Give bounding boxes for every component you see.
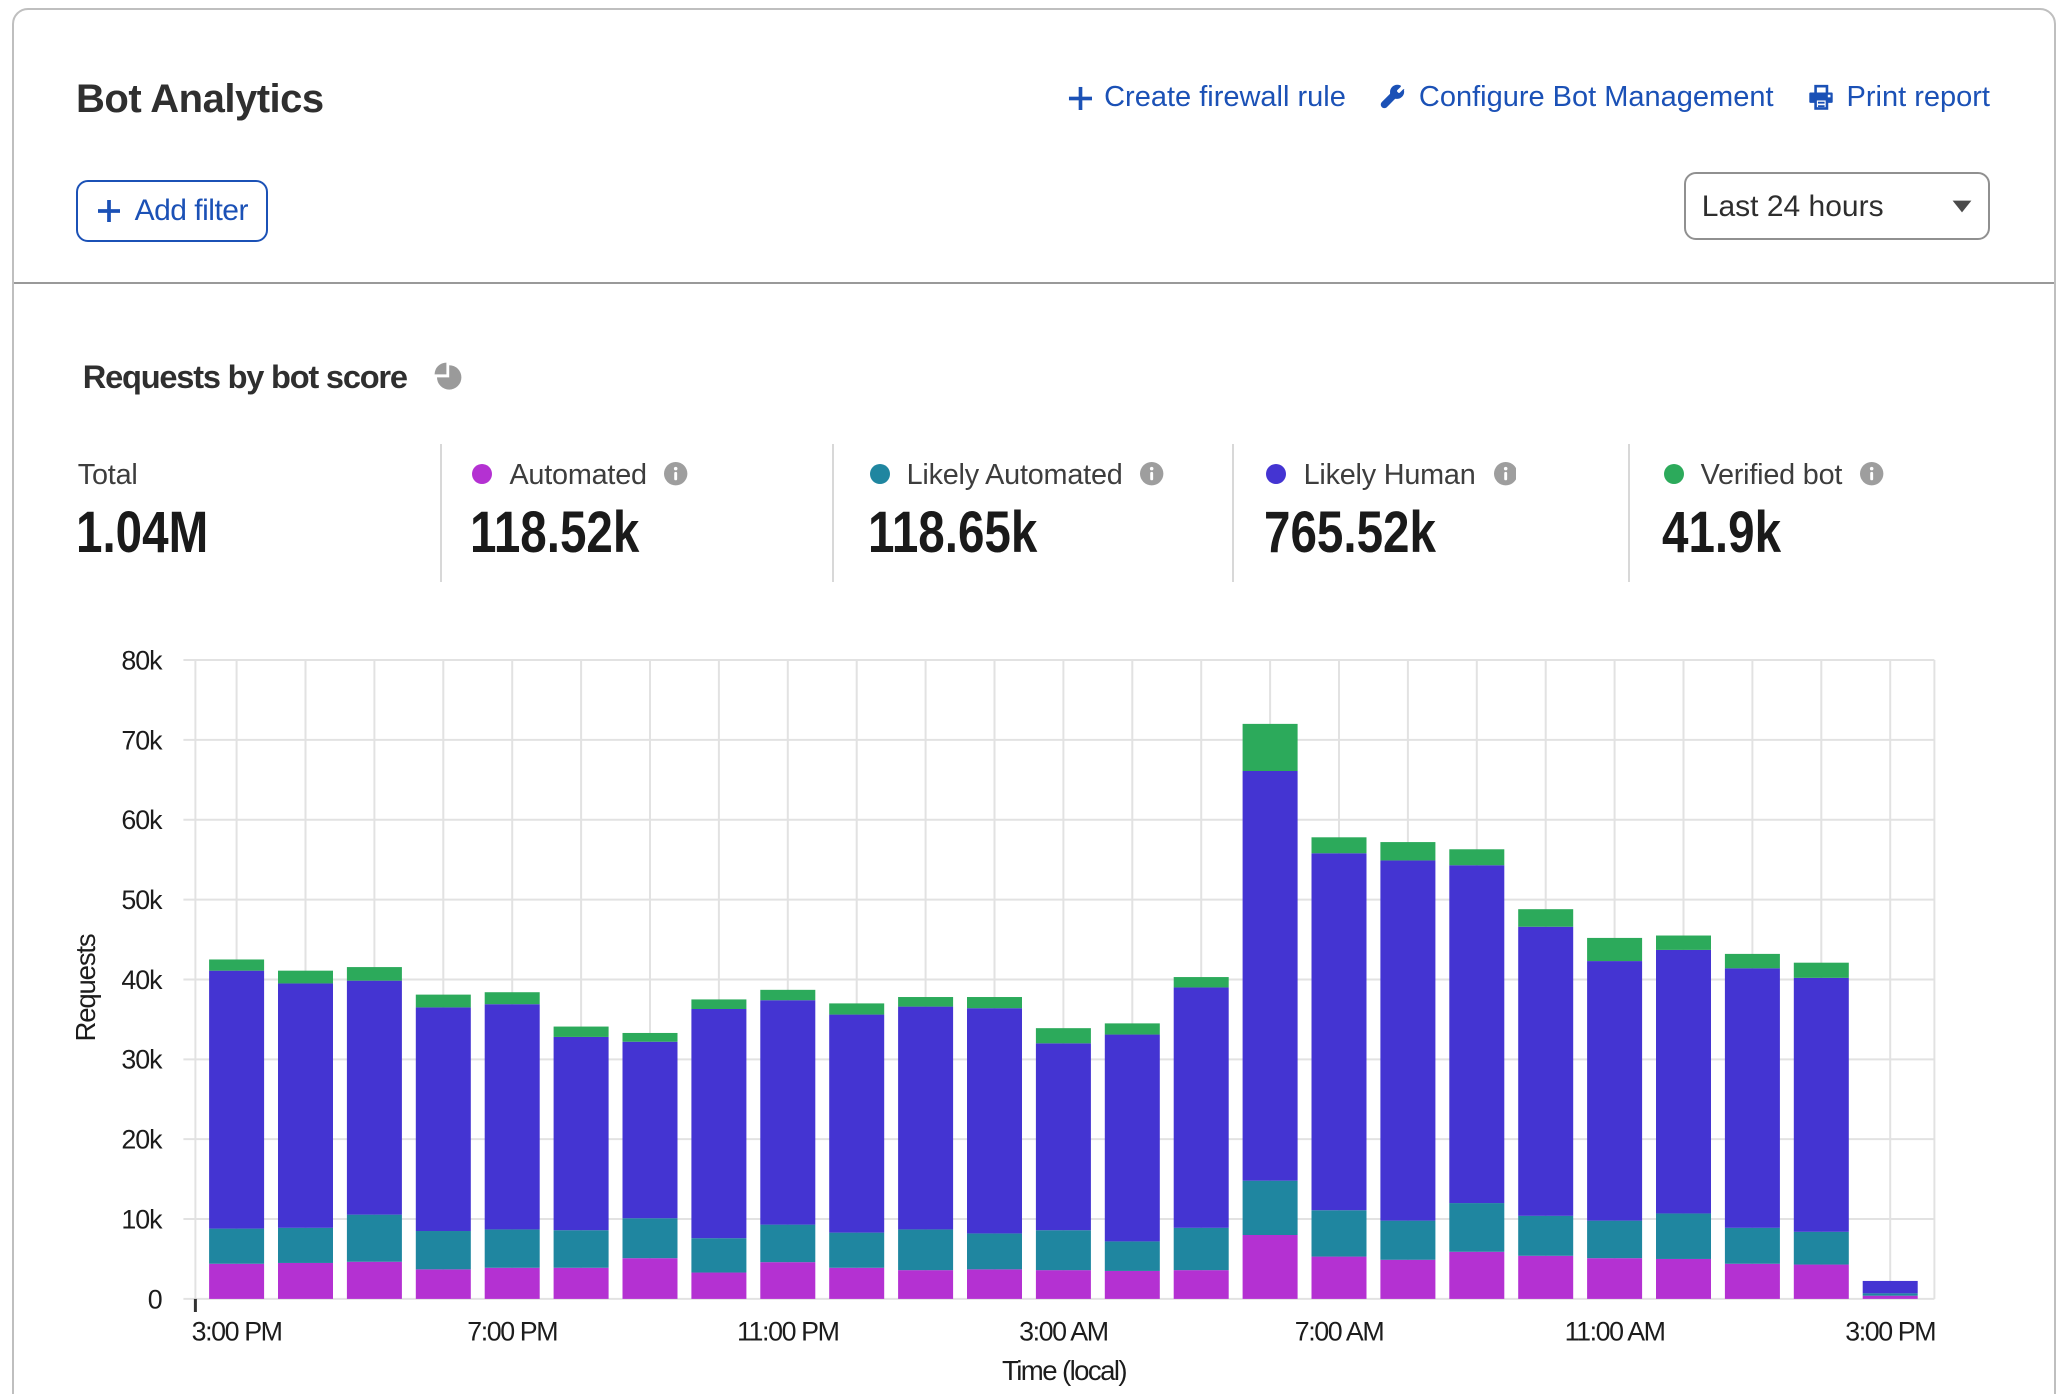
svg-text:10k: 10k (121, 1204, 163, 1234)
svg-text:11:00 PM: 11:00 PM (737, 1316, 839, 1346)
svg-text:Requests: Requests (70, 934, 101, 1041)
svg-text:80k: 80k (121, 645, 163, 675)
svg-text:3:00 PM: 3:00 PM (1845, 1316, 1935, 1346)
svg-text:11:00 AM: 11:00 AM (1565, 1316, 1665, 1346)
svg-text:7:00 PM: 7:00 PM (467, 1316, 557, 1346)
svg-text:30k: 30k (121, 1045, 163, 1075)
svg-text:7:00 AM: 7:00 AM (1295, 1316, 1384, 1346)
svg-text:3:00 PM: 3:00 PM (192, 1316, 282, 1346)
svg-text:70k: 70k (121, 725, 163, 755)
svg-text:50k: 50k (121, 885, 163, 915)
svg-text:40k: 40k (121, 965, 163, 995)
svg-text:20k: 20k (121, 1125, 163, 1155)
svg-text:60k: 60k (121, 805, 163, 835)
svg-text:3:00 AM: 3:00 AM (1019, 1316, 1108, 1346)
svg-text:0: 0 (148, 1284, 162, 1314)
svg-text:Time (local): Time (local) (1002, 1355, 1126, 1386)
